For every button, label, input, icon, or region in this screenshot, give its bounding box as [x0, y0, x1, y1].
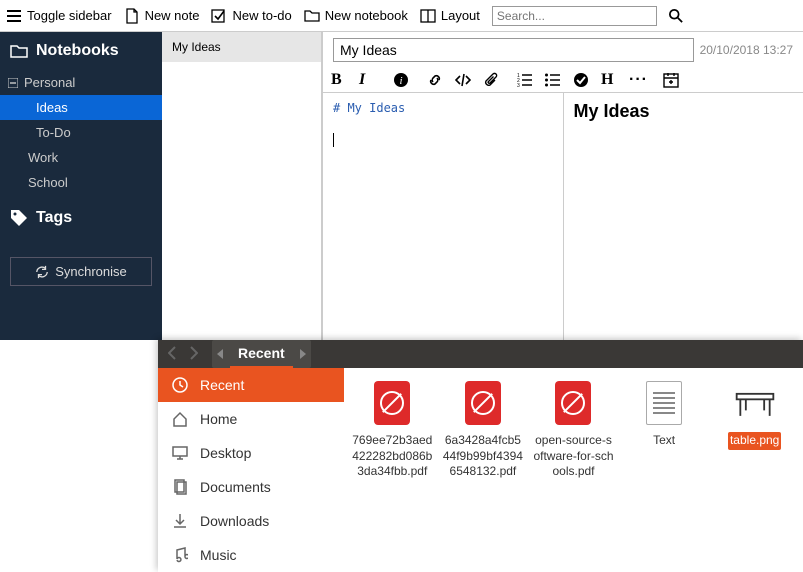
- top-toolbar: Toggle sidebar New note New to-do New no…: [0, 0, 803, 32]
- tags-header: Tags: [0, 199, 162, 237]
- nav-back-button[interactable]: [168, 346, 178, 363]
- new-todo-label: New to-do: [232, 8, 291, 23]
- sidebar-item-ideas[interactable]: Ideas: [0, 95, 162, 120]
- checklist-button[interactable]: [573, 72, 589, 88]
- layout-button[interactable]: Layout: [420, 8, 480, 24]
- sidebar: Notebooks Personal Ideas To-Do Work Scho…: [0, 32, 162, 340]
- text-cursor: [333, 133, 334, 147]
- downloads-icon: [172, 513, 188, 529]
- sync-button[interactable]: Synchronise: [10, 257, 152, 286]
- file-item[interactable]: Text: [622, 378, 707, 450]
- notebooks-header: Notebooks: [0, 32, 162, 70]
- heading-button[interactable]: H: [601, 72, 617, 88]
- folder-icon: [10, 42, 28, 60]
- hamburger-icon: [6, 8, 22, 24]
- text-file-icon: [646, 381, 682, 425]
- note-title-input[interactable]: [333, 38, 694, 62]
- svg-text:3: 3: [517, 83, 520, 88]
- layout-icon: [420, 8, 436, 24]
- file-grid: 769ee72b3aed422282bd086b3da34fbb.pdf 6a3…: [344, 368, 803, 572]
- new-notebook-button[interactable]: New notebook: [304, 8, 408, 24]
- file-item[interactable]: 769ee72b3aed422282bd086b3da34fbb.pdf: [350, 378, 435, 481]
- more-button[interactable]: ···: [629, 72, 645, 88]
- desktop-icon: [172, 445, 188, 461]
- picker-header: Recent: [158, 340, 803, 368]
- preview-heading: My Ideas: [574, 101, 794, 122]
- pdf-icon: [465, 381, 501, 425]
- breadcrumb-prev[interactable]: [212, 349, 230, 359]
- nav-forward-button[interactable]: [188, 346, 198, 363]
- sidebar-item-downloads[interactable]: Downloads: [158, 504, 344, 538]
- bullet-list-button[interactable]: [545, 72, 561, 88]
- documents-icon: [172, 479, 188, 495]
- search-button[interactable]: [669, 9, 683, 23]
- file-icon: [124, 8, 140, 24]
- folder-icon: [304, 8, 320, 24]
- preview-pane: My Ideas: [564, 93, 803, 340]
- breadcrumb-bar: Recent: [212, 340, 311, 368]
- file-item[interactable]: open-source-software-for-schools.pdf: [531, 378, 616, 481]
- svg-text:i: i: [399, 75, 402, 87]
- sidebar-item-home[interactable]: Home: [158, 402, 344, 436]
- sidebar-notebook-label: Personal: [24, 75, 75, 90]
- file-item[interactable]: table.png: [712, 378, 797, 450]
- bold-button[interactable]: B: [331, 72, 347, 88]
- link-button[interactable]: [427, 72, 443, 88]
- editor-toolbar: B I i 123 H ···: [323, 68, 803, 93]
- breadcrumb-next[interactable]: [293, 349, 311, 359]
- sync-icon: [35, 265, 49, 279]
- new-notebook-label: New notebook: [325, 8, 408, 23]
- sidebar-notebook-work[interactable]: Work: [0, 145, 162, 170]
- picker-sidebar: Recent Home Desktop Documents Downloads …: [158, 368, 344, 572]
- file-item[interactable]: 6a3428a4fcb544f9b99bf43946548132.pdf: [441, 378, 526, 481]
- checkbox-icon: [211, 8, 227, 24]
- home-icon: [172, 411, 188, 427]
- pdf-icon: [374, 381, 410, 425]
- pdf-icon: [555, 381, 591, 425]
- collapse-icon: [8, 78, 18, 88]
- editor: 20/10/2018 13:27 B I i 123 H ···: [322, 32, 803, 340]
- code-button[interactable]: [455, 72, 471, 88]
- tag-icon: [10, 209, 28, 227]
- music-icon: [172, 547, 188, 563]
- toggle-sidebar-label: Toggle sidebar: [27, 8, 112, 23]
- new-note-label: New note: [145, 8, 200, 23]
- sidebar-notebook-personal[interactable]: Personal: [0, 70, 162, 95]
- sidebar-item-recent[interactable]: Recent: [158, 368, 344, 402]
- table-image-icon: [733, 379, 777, 427]
- italic-button[interactable]: I: [359, 72, 375, 88]
- sidebar-item-todo[interactable]: To-Do: [0, 120, 162, 145]
- file-picker: Recent Recent Home Desktop Documents: [158, 340, 803, 572]
- note-list-item[interactable]: My Ideas: [162, 32, 321, 62]
- ordered-list-button[interactable]: 123: [517, 72, 533, 88]
- new-todo-button[interactable]: New to-do: [211, 8, 291, 24]
- info-button[interactable]: i: [393, 72, 409, 88]
- sidebar-item-documents[interactable]: Documents: [158, 470, 344, 504]
- toggle-sidebar-button[interactable]: Toggle sidebar: [6, 8, 112, 24]
- sidebar-item-desktop[interactable]: Desktop: [158, 436, 344, 470]
- search-input[interactable]: [492, 6, 657, 26]
- markdown-editor[interactable]: # My Ideas: [323, 93, 564, 340]
- layout-label: Layout: [441, 8, 480, 23]
- new-note-button[interactable]: New note: [124, 8, 200, 24]
- sidebar-notebook-school[interactable]: School: [0, 170, 162, 195]
- sidebar-item-music[interactable]: Music: [158, 538, 344, 572]
- calendar-button[interactable]: [663, 72, 679, 88]
- search-icon: [669, 9, 683, 23]
- note-date: 20/10/2018 13:27: [700, 43, 793, 57]
- clock-icon: [172, 377, 188, 393]
- attach-button[interactable]: [483, 72, 499, 88]
- note-list: My Ideas: [162, 32, 322, 340]
- breadcrumb-current[interactable]: Recent: [230, 340, 293, 368]
